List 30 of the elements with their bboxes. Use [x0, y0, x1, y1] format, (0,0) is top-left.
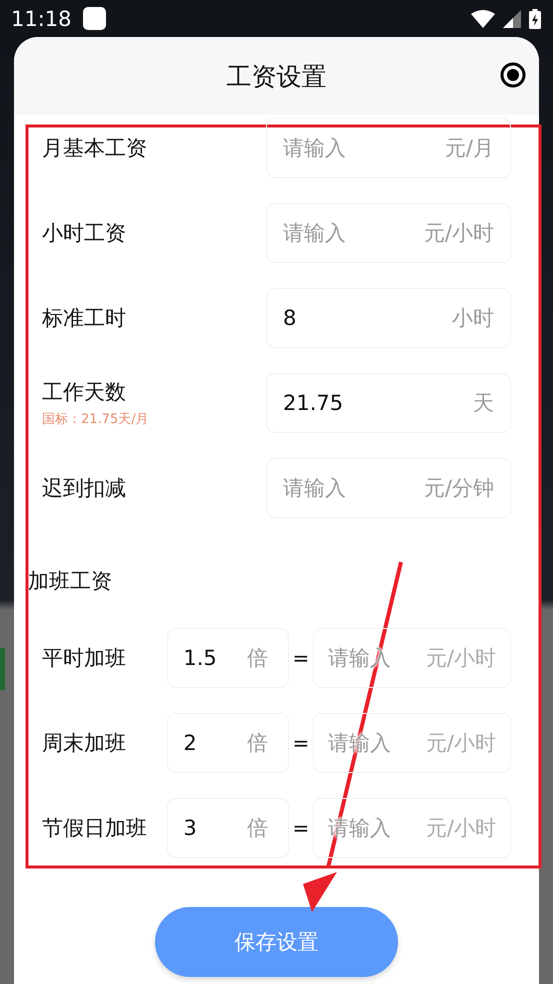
- multiplier-field[interactable]: 1.5 倍: [167, 628, 289, 688]
- field-label: 标准工时: [42, 305, 127, 332]
- notification-icon: [83, 7, 106, 30]
- target-icon[interactable]: [500, 62, 526, 88]
- field-label: 小时工资: [42, 220, 127, 247]
- field-label: 迟到扣减: [42, 475, 127, 502]
- field-label: 平时加班: [42, 645, 127, 672]
- equals-sign: =: [292, 816, 310, 840]
- status-time: 11:18: [11, 6, 73, 30]
- equals-sign: =: [292, 646, 310, 670]
- field-label: 工作天数: [42, 379, 127, 406]
- save-button[interactable]: 保存设置: [155, 907, 398, 977]
- equals-sign: =: [292, 731, 310, 755]
- side-strip: [0, 648, 5, 690]
- signal-icon: [503, 10, 521, 28]
- input-field[interactable]: 请输入 元/分钟: [266, 458, 511, 518]
- multiplier-field[interactable]: 3 倍: [167, 798, 289, 858]
- field-label: 节假日加班: [42, 815, 148, 842]
- input-field[interactable]: 请输入 元/小时: [266, 203, 511, 263]
- section-title: 加班工资: [28, 568, 113, 594]
- hint-text: 国标：21.75天/月: [42, 411, 150, 428]
- battery-charging-icon: [529, 8, 541, 28]
- field-label: 周末加班: [42, 730, 127, 757]
- input-field[interactable]: 请输入 元/月: [266, 118, 511, 178]
- multiplier-field[interactable]: 2 倍: [167, 713, 289, 773]
- input-field[interactable]: 8 小时: [266, 288, 511, 348]
- input-field[interactable]: 21.75 天: [266, 373, 511, 433]
- dialog-title: 工资设置: [226, 60, 326, 92]
- wifi-icon: [471, 10, 495, 28]
- field-label: 月基本工资: [42, 135, 148, 162]
